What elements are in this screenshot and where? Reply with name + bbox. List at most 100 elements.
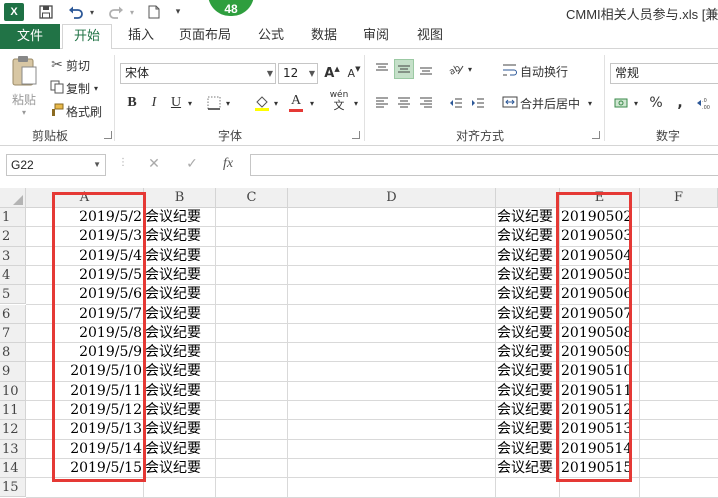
cell-b[interactable]: 会议纪要 bbox=[144, 420, 216, 439]
font-name-combo[interactable]: 宋体 ▼ bbox=[120, 63, 276, 84]
grow-font-button[interactable]: A ▲ bbox=[322, 63, 342, 83]
select-all-corner[interactable] bbox=[0, 188, 26, 208]
accounting-dropdown-icon[interactable]: ▾ bbox=[630, 93, 642, 113]
font-color-dropdown-icon[interactable]: ▾ bbox=[306, 93, 318, 113]
column-header-b[interactable]: B bbox=[144, 188, 216, 208]
row-header[interactable]: 10 bbox=[0, 381, 26, 401]
row-header[interactable]: 1 bbox=[0, 208, 26, 228]
align-center-button[interactable] bbox=[394, 93, 414, 113]
column-header-d-continued[interactable] bbox=[496, 188, 560, 208]
cell-b[interactable]: 会议纪要 bbox=[144, 362, 216, 381]
wrap-text-button[interactable]: 自动换行 bbox=[500, 61, 568, 81]
cell-b[interactable]: 会议纪要 bbox=[144, 266, 216, 285]
tab-view[interactable]: 视图 bbox=[408, 24, 452, 49]
column-header-c[interactable]: C bbox=[216, 188, 288, 208]
column-header-f[interactable]: F bbox=[640, 188, 718, 208]
percent-button[interactable]: % bbox=[646, 93, 666, 113]
underline-dropdown-icon[interactable]: ▾ bbox=[184, 93, 196, 113]
font-color-button[interactable]: A bbox=[286, 93, 306, 113]
row-header[interactable]: 3 bbox=[0, 246, 26, 266]
tab-data[interactable]: 数据 bbox=[302, 24, 346, 49]
borders-button[interactable] bbox=[204, 93, 224, 113]
cut-button[interactable]: ✂ 剪切 bbox=[48, 55, 90, 75]
cell-d[interactable]: 会议纪要 bbox=[496, 305, 560, 324]
borders-dropdown-icon[interactable]: ▾ bbox=[222, 93, 234, 113]
cell-d[interactable]: 会议纪要 bbox=[496, 343, 560, 362]
cell-b[interactable]: 会议纪要 bbox=[144, 401, 216, 420]
copy-dropdown-icon[interactable]: ▾ bbox=[94, 84, 98, 93]
cell-b[interactable]: 会议纪要 bbox=[144, 459, 216, 478]
formula-input[interactable] bbox=[250, 154, 718, 176]
cell-d[interactable]: 会议纪要 bbox=[496, 382, 560, 401]
cell-d[interactable]: 会议纪要 bbox=[496, 324, 560, 343]
row-header[interactable]: 13 bbox=[0, 439, 26, 459]
cell-d[interactable]: 会议纪要 bbox=[496, 208, 560, 227]
row-header[interactable]: 5 bbox=[0, 285, 26, 305]
align-left-button[interactable] bbox=[372, 93, 392, 113]
paste-dropdown-icon[interactable]: ▾ bbox=[22, 108, 26, 117]
accounting-format-button[interactable] bbox=[612, 93, 632, 113]
align-middle-button[interactable] bbox=[394, 59, 414, 79]
cell-d[interactable]: 会议纪要 bbox=[496, 420, 560, 439]
copy-button[interactable]: 复制 ▾ bbox=[48, 78, 98, 98]
merge-dropdown-icon[interactable]: ▾ bbox=[588, 99, 592, 108]
cell-d[interactable]: 会议纪要 bbox=[496, 362, 560, 381]
bold-button[interactable]: B bbox=[122, 93, 142, 113]
formula-bar-grip-icon[interactable]: ⋮ bbox=[118, 157, 128, 173]
row-header[interactable]: 6 bbox=[0, 304, 26, 324]
column-header-d[interactable]: D bbox=[288, 188, 496, 208]
shrink-font-button[interactable]: A ▼ bbox=[344, 63, 364, 83]
row-header[interactable]: 11 bbox=[0, 401, 26, 421]
orientation-dropdown-icon[interactable]: ▾ bbox=[464, 59, 476, 79]
clipboard-launcher-icon[interactable] bbox=[104, 131, 112, 139]
increase-indent-button[interactable] bbox=[468, 93, 488, 113]
new-file-icon[interactable] bbox=[146, 3, 162, 21]
cell-d[interactable]: 会议纪要 bbox=[496, 440, 560, 459]
comma-style-button[interactable]: , bbox=[670, 93, 690, 113]
name-box[interactable]: G22 ▼ bbox=[6, 154, 106, 176]
enter-formula-icon[interactable]: ✓ bbox=[182, 156, 202, 174]
customize-qat-icon[interactable]: ▾ bbox=[172, 3, 184, 21]
worksheet-grid[interactable]: A B C D E F 1 2019/5/2 会议纪要 会议纪要 20190502 2 20… bbox=[0, 188, 718, 498]
font-name-dropdown-icon[interactable]: ▼ bbox=[267, 64, 273, 83]
cell-b[interactable]: 会议纪要 bbox=[144, 440, 216, 459]
insert-function-icon[interactable]: fx bbox=[218, 156, 238, 174]
font-launcher-icon[interactable] bbox=[352, 131, 360, 139]
save-icon[interactable] bbox=[36, 3, 56, 21]
redo-icon[interactable] bbox=[106, 3, 126, 21]
merge-center-button[interactable]: 合并后居中 ▾ bbox=[500, 93, 592, 113]
paste-button[interactable]: 粘贴 ▾ bbox=[6, 55, 42, 123]
phonetic-button[interactable]: wén 文 bbox=[326, 90, 352, 111]
name-box-dropdown-icon[interactable]: ▼ bbox=[93, 155, 101, 175]
cell-d[interactable]: 会议纪要 bbox=[496, 266, 560, 285]
cell-d[interactable]: 会议纪要 bbox=[496, 285, 560, 304]
redo-dropdown-icon[interactable]: ▾ bbox=[126, 3, 138, 21]
tab-review[interactable]: 审阅 bbox=[354, 24, 398, 49]
cell-b[interactable]: 会议纪要 bbox=[144, 227, 216, 246]
cell-b[interactable]: 会议纪要 bbox=[144, 285, 216, 304]
underline-button[interactable]: U bbox=[166, 93, 186, 113]
cancel-formula-icon[interactable]: ✕ bbox=[144, 156, 164, 174]
cell-d[interactable]: 会议纪要 bbox=[496, 401, 560, 420]
cell-b[interactable]: 会议纪要 bbox=[144, 208, 216, 227]
row-header[interactable]: 12 bbox=[0, 420, 26, 440]
cell-b[interactable]: 会议纪要 bbox=[144, 324, 216, 343]
undo-dropdown-icon[interactable]: ▾ bbox=[86, 3, 98, 21]
cell-b[interactable] bbox=[144, 478, 216, 497]
row-header[interactable]: 9 bbox=[0, 362, 26, 382]
cell-d[interactable] bbox=[496, 478, 560, 497]
tab-home[interactable]: 开始 bbox=[62, 24, 112, 50]
tab-insert[interactable]: 插入 bbox=[118, 24, 164, 49]
row-header[interactable]: 4 bbox=[0, 265, 26, 286]
cell-d[interactable]: 会议纪要 bbox=[496, 227, 560, 246]
italic-button[interactable]: I bbox=[144, 93, 164, 113]
excel-logo-icon[interactable]: X bbox=[4, 3, 24, 21]
fill-color-dropdown-icon[interactable]: ▾ bbox=[270, 93, 282, 113]
alignment-launcher-icon[interactable] bbox=[592, 131, 600, 139]
align-right-button[interactable] bbox=[416, 93, 436, 113]
cell-b[interactable]: 会议纪要 bbox=[144, 382, 216, 401]
align-bottom-button[interactable] bbox=[416, 59, 436, 79]
cell-b[interactable]: 会议纪要 bbox=[144, 247, 216, 266]
align-top-button[interactable] bbox=[372, 59, 392, 79]
undo-icon[interactable] bbox=[66, 3, 86, 21]
